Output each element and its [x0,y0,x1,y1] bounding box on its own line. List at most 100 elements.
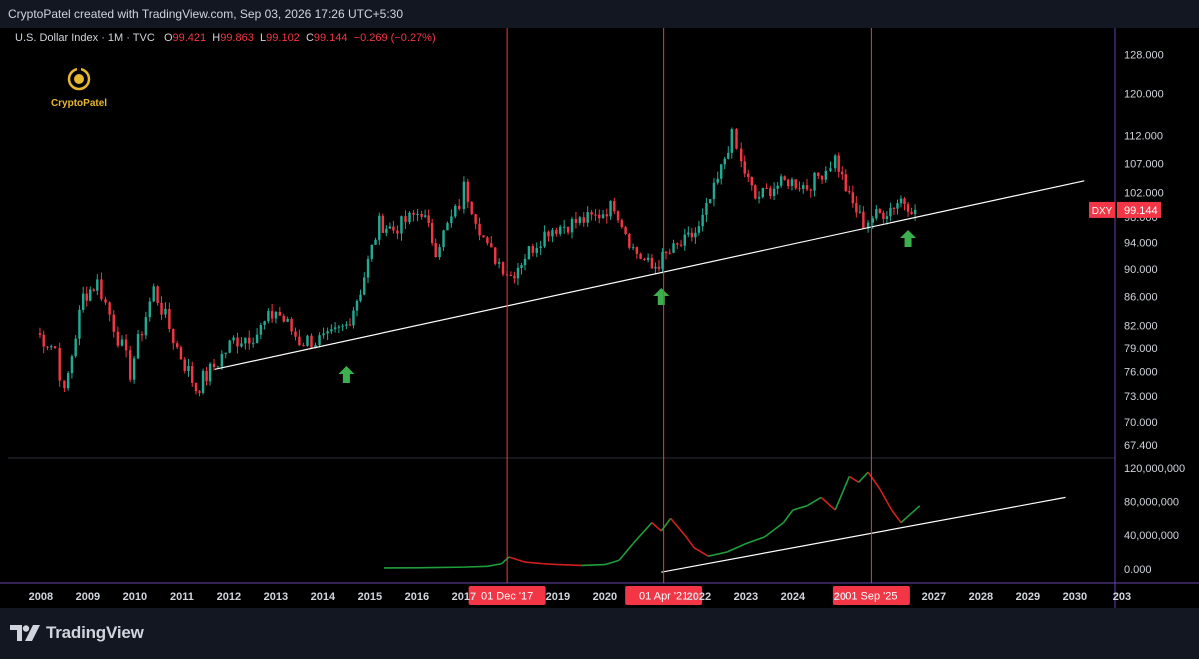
candle-body[interactable] [240,343,243,347]
candle-body[interactable] [108,302,111,315]
candle-body[interactable] [381,215,385,233]
candle-body[interactable] [903,198,906,205]
candle-body[interactable] [716,178,719,183]
candle-body[interactable] [539,246,542,249]
candle-body[interactable] [201,370,205,393]
candle-body[interactable] [333,327,337,330]
candle-body[interactable] [798,188,801,190]
candle-body[interactable] [646,257,650,261]
candle-body[interactable] [910,211,913,215]
candle-body[interactable] [582,217,585,223]
candle-body[interactable] [643,258,646,261]
candle-body[interactable] [555,230,558,234]
candle-body[interactable] [100,279,103,300]
candle-body[interactable] [516,267,520,279]
candle-body[interactable] [547,231,550,237]
candle-body[interactable] [120,339,124,346]
candle-body[interactable] [769,188,772,197]
candle-body[interactable] [66,373,70,389]
candle-body[interactable] [841,171,844,175]
candle-body[interactable] [490,243,493,248]
candle-body[interactable] [906,204,910,212]
candle-body[interactable] [374,239,377,245]
candle-body[interactable] [687,232,690,235]
candle-body[interactable] [562,226,566,228]
candle-body[interactable] [635,247,639,254]
candle-body[interactable] [694,232,697,238]
candle-body[interactable] [723,158,726,165]
candle-body[interactable] [878,209,882,213]
candle-body[interactable] [624,227,627,235]
candle-body[interactable] [761,187,765,198]
candle-body[interactable] [74,338,77,357]
candle-body[interactable] [420,213,423,217]
candle-body[interactable] [144,317,148,336]
candle-body[interactable] [220,353,224,367]
candle-body[interactable] [92,289,95,291]
candle-body[interactable] [497,262,501,264]
candle-body[interactable] [326,331,329,334]
candle-body[interactable] [434,243,437,258]
candle-body[interactable] [896,203,899,209]
candle-body[interactable] [899,198,903,204]
candle-body[interactable] [81,293,85,310]
candle-body[interactable] [251,343,255,345]
candle-body[interactable] [851,192,855,204]
tradingview-logo[interactable]: TradingView [10,623,144,643]
candle-body[interactable] [89,289,92,301]
candle-body[interactable] [513,275,516,279]
candle-body[interactable] [531,246,535,253]
candle-body[interactable] [750,177,753,186]
candle-body[interactable] [616,211,620,221]
candle-body[interactable] [298,336,301,346]
candle-body[interactable] [212,363,216,368]
candle-body[interactable] [454,205,457,217]
candle-body[interactable] [385,228,388,233]
candle-body[interactable] [392,226,395,231]
candle-body[interactable] [527,246,531,259]
candle-body[interactable] [58,348,61,381]
candle-body[interactable] [478,223,481,236]
candle-body[interactable] [255,334,259,344]
candle-body[interactable] [172,329,175,344]
candle-body[interactable] [290,318,293,332]
candle-body[interactable] [631,247,635,249]
candle-body[interactable] [124,339,128,351]
candle-body[interactable] [160,302,163,315]
candle-body[interactable] [590,212,593,215]
candle-body[interactable] [462,181,466,209]
candle-body[interactable] [136,334,140,359]
candle-body[interactable] [855,203,858,213]
candle-body[interactable] [783,176,786,180]
candle-body[interactable] [727,152,730,159]
candle-body[interactable] [509,274,513,276]
candle-body[interactable] [423,215,427,217]
candle-body[interactable] [779,176,783,186]
candle-body[interactable] [601,214,605,219]
candle-body[interactable] [248,337,251,344]
candle-body[interactable] [672,243,675,253]
candle-body[interactable] [786,179,790,187]
candle-body[interactable] [322,333,325,336]
candle-body[interactable] [416,213,419,215]
candle-body[interactable] [701,214,704,227]
candle-body[interactable] [501,262,505,275]
candle-body[interactable] [523,258,527,266]
candle-body[interactable] [654,266,657,269]
candle-body[interactable] [259,324,263,335]
candle-body[interactable] [63,380,66,389]
candle-body[interactable] [205,370,208,382]
candle-body[interactable] [833,155,837,169]
candle-body[interactable] [650,257,654,269]
candle-body[interactable] [829,168,832,171]
candle-body[interactable] [743,161,746,174]
candle-body[interactable] [330,329,333,332]
candle-body[interactable] [765,187,768,189]
candle-body[interactable] [236,337,239,347]
candle-body[interactable] [85,293,88,301]
candle-body[interactable] [848,191,851,193]
candle-body[interactable] [363,277,366,295]
candle-body[interactable] [885,216,889,220]
candle-body[interactable] [466,181,470,202]
candle-body[interactable] [42,334,45,347]
